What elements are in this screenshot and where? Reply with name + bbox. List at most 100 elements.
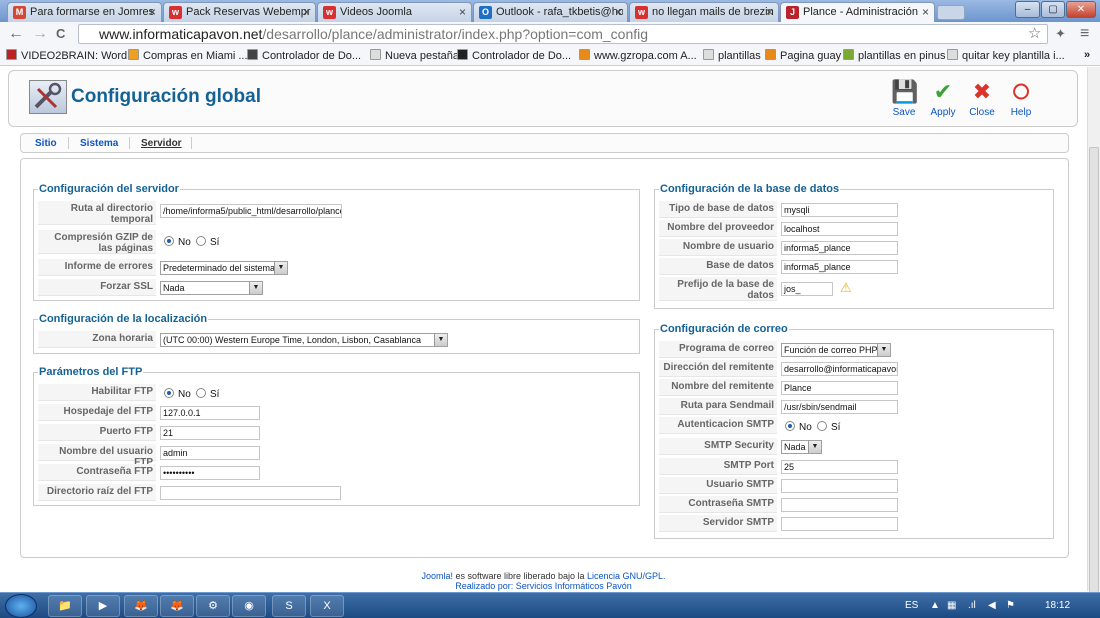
language-indicator[interactable]: ES (905, 600, 918, 611)
save-button[interactable]: 💾 Save (884, 79, 924, 118)
ftp-yes-radio[interactable]: Sí (196, 388, 219, 400)
favicon-icon: J (786, 6, 799, 19)
db-type-input[interactable]: mysqli (781, 203, 898, 217)
ftp-user-input[interactable]: admin (160, 446, 260, 460)
bookmark-item[interactable]: plantillas en pinus (843, 49, 945, 62)
ftp-pass-label: Contraseña FTP (38, 464, 156, 481)
db-host-input[interactable]: localhost (781, 222, 898, 236)
bookmarks-more-button[interactable]: » (1084, 49, 1090, 61)
browser-tab[interactable]: w no llegan mails de brezing × (629, 2, 779, 22)
taskbar-app-icon[interactable]: 🦊 (124, 595, 158, 617)
timezone-select[interactable]: (UTC 00:00) Western Europe Time, London,… (160, 333, 448, 347)
clock[interactable]: 18:12 (1045, 600, 1070, 611)
ftp-host-input[interactable]: 127.0.0.1 (160, 406, 260, 420)
browser-tab[interactable]: O Outlook - rafa_tkbetis@ho × (473, 2, 628, 22)
network-icon[interactable]: ▦ (947, 600, 956, 611)
start-button[interactable] (5, 594, 37, 618)
browser-tab[interactable]: w Pack Reservas Webempre × (163, 2, 316, 22)
smtp-auth-no-radio[interactable]: No (785, 421, 812, 433)
bookmark-icon (128, 49, 139, 60)
tab-label: Para formarse en Jomres - (30, 6, 157, 18)
tab-close-icon[interactable]: × (303, 5, 310, 19)
browser-menu-icon[interactable]: ≡ (1080, 25, 1089, 43)
bookmark-item[interactable]: Controlador de Do... (457, 49, 571, 62)
minimize-button[interactable]: – (1015, 1, 1040, 18)
tab-close-icon[interactable]: × (766, 5, 773, 19)
taskbar-app-icon[interactable]: 📁 (48, 595, 82, 617)
ftp-root-input[interactable] (160, 486, 341, 500)
smtp-port-label: SMTP Port (659, 458, 777, 475)
scrollbar-thumb[interactable] (1089, 147, 1099, 618)
tab-close-icon[interactable]: × (922, 5, 929, 19)
db-name-input[interactable]: informa5_plance (781, 260, 898, 274)
license-link[interactable]: Licencia GNU/GPL. (587, 571, 666, 581)
browser-tab[interactable]: w Videos Joomla × (317, 2, 472, 22)
extension-icon[interactable]: ✦ (1055, 25, 1066, 43)
taskbar-app-icon[interactable]: X (310, 595, 344, 617)
taskbar-app-icon[interactable]: ▶ (86, 595, 120, 617)
tab-close-icon[interactable]: × (615, 5, 622, 19)
smtp-security-select[interactable]: Nada ▼ (781, 440, 822, 454)
forward-button[interactable]: → (32, 25, 48, 43)
flag-icon[interactable]: ⚑ (1006, 600, 1015, 611)
bookmark-item[interactable]: Pagina guay (765, 49, 841, 62)
smtp-auth-yes-radio[interactable]: Sí (817, 421, 840, 433)
help-button[interactable]: ⭘ Help (1001, 79, 1041, 118)
browser-tab[interactable]: J Plance - Administración × (780, 2, 935, 23)
from-name-input[interactable]: Plance (781, 381, 898, 395)
joomla-link[interactable]: Joomla! (421, 571, 453, 581)
bookmark-item[interactable]: VIDEO2BRAIN: Word... (6, 49, 136, 62)
ftp-no-radio[interactable]: No (164, 388, 191, 400)
smtp-pass-input[interactable] (781, 498, 898, 512)
smtp-user-input[interactable] (781, 479, 898, 493)
error-report-select[interactable]: Predeterminado del sistema ▼ (160, 261, 288, 275)
bookmark-item[interactable]: Compras en Miami ... (128, 49, 248, 62)
tab-sistema[interactable]: Sistema (80, 138, 118, 149)
gzip-no-radio[interactable]: No (164, 236, 191, 248)
gzip-yes-radio[interactable]: Sí (196, 236, 219, 248)
bookmark-item[interactable]: Controlador de Do... (247, 49, 361, 62)
close-button[interactable]: ✖ Close (962, 79, 1002, 118)
db-user-input[interactable]: informa5_plance (781, 241, 898, 255)
apply-button[interactable]: ✔ Apply (923, 79, 963, 118)
tmp-path-input[interactable]: /home/informa5/public_html/desarrollo/pl… (160, 204, 342, 218)
ftp-port-input[interactable]: 21 (160, 426, 260, 440)
force-ssl-select[interactable]: Nada ▼ (160, 281, 263, 295)
address-bar[interactable]: www.informaticapavon.net/desarrollo/plan… (78, 24, 1048, 44)
tools-icon (29, 80, 67, 114)
sendmail-input[interactable]: /usr/sbin/sendmail (781, 400, 898, 414)
bookmark-icon (947, 49, 958, 60)
vertical-scrollbar[interactable] (1087, 67, 1100, 618)
credits-link[interactable]: Realizado por: Servicios Informáticos Pa… (0, 581, 1087, 591)
taskbar-app-icon[interactable]: ⚙ (196, 595, 230, 617)
smtp-host-input[interactable] (781, 517, 898, 531)
browser-tab-strip: M Para formarse en Jomres - × w Pack Reserva… (0, 0, 1100, 23)
ftp-pass-input[interactable]: •••••••••• (160, 466, 260, 480)
browser-tab[interactable]: M Para formarse en Jomres - × (7, 2, 162, 22)
back-button[interactable]: ← (8, 25, 24, 43)
tray-arrow-icon[interactable]: ▲ (930, 600, 940, 611)
volume-icon[interactable]: ◀ (988, 600, 996, 611)
restore-button[interactable]: ▢ (1041, 1, 1065, 18)
mailer-select[interactable]: Función de correo PHP ▼ (781, 343, 891, 357)
taskbar-app-icon[interactable]: ◉ (232, 595, 266, 617)
taskbar-app-icon[interactable]: S (272, 595, 306, 617)
bookmark-item[interactable]: Nueva pestaña (370, 49, 459, 62)
taskbar-app-icon[interactable]: 🦊 (160, 595, 194, 617)
window-close-button[interactable]: ✕ (1066, 1, 1096, 18)
signal-icon[interactable]: .ıl (968, 600, 976, 611)
tab-close-icon[interactable]: × (459, 5, 466, 19)
bookmark-item[interactable]: quitar key plantilla i... (947, 49, 1065, 62)
bookmark-item[interactable]: plantillas (703, 49, 761, 62)
bookmark-star-icon[interactable]: ☆ (1028, 25, 1041, 43)
tab-sitio[interactable]: Sitio (35, 138, 57, 149)
smtp-port-input[interactable]: 25 (781, 460, 898, 474)
db-prefix-input[interactable]: jos_ (781, 282, 833, 296)
reload-button[interactable]: C (56, 25, 65, 43)
error-report-label: Informe de errores (38, 259, 156, 276)
bookmark-item[interactable]: www.gzropa.com A... (579, 49, 697, 62)
new-tab-button[interactable] (937, 5, 965, 20)
mail-from-input[interactable]: desarrollo@informaticapavon.com (781, 362, 898, 376)
tab-close-icon[interactable]: × (149, 5, 156, 19)
tab-servidor[interactable]: Servidor (141, 138, 182, 149)
